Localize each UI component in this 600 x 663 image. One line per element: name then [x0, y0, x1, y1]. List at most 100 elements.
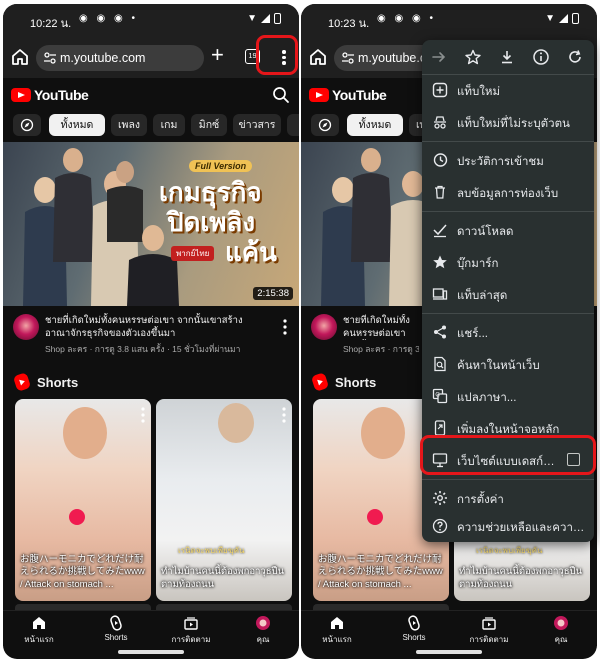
short-more-icon[interactable]: [282, 407, 286, 423]
browser-menu-button[interactable]: [276, 47, 292, 67]
you-avatar-icon: [554, 616, 568, 630]
video-title[interactable]: ชายที่เกิดใหม่ทั้งคนหรรษต่อเขา จากนั้นเข…: [45, 314, 265, 340]
nav-label: Shorts: [104, 633, 128, 642]
battery-icon: [572, 13, 579, 24]
shorts-header: Shorts: [310, 372, 377, 392]
screenshot-stage: 10:22 น. ◉ ◉ ◉ • ▼ m.youtube.com + 19 Yo…: [0, 0, 600, 663]
menu-item-downloads[interactable]: ดาวน์โหลด: [422, 214, 594, 247]
menu-item-find-in-page[interactable]: ค้นหาในหน้าเว็บ: [422, 348, 594, 381]
wifi-icon: ▼: [247, 13, 257, 24]
video-title[interactable]: ชายที่เกิดใหม่ทั้งคนหรรษต่อเขา จากนั้นเข…: [343, 314, 419, 340]
menu-item-share[interactable]: แชร์...: [422, 316, 594, 349]
menu-item-label: ดาวน์โหลด: [457, 226, 514, 238]
explore-chip[interactable]: [311, 114, 339, 136]
short-thumbnail-detail: [69, 509, 85, 525]
youtube-header: YouTube: [3, 78, 299, 114]
site-settings-icon[interactable]: [43, 51, 57, 65]
youtube-logo-text: YouTube: [34, 87, 89, 103]
menu-item-label: แปลภาษา...: [457, 392, 517, 404]
downloads-icon: [433, 224, 447, 238]
browser-toolbar: m.youtube.com + 19: [3, 36, 299, 78]
info-icon[interactable]: [532, 48, 550, 66]
gesture-bar: [416, 650, 482, 654]
video-thumbnail[interactable]: Full Version เกมธุรกิจ ปิดเพลิง แค้น พาก…: [3, 142, 299, 306]
menu-divider: [422, 479, 594, 480]
shorts-heading: Shorts: [37, 374, 79, 390]
new-tab-icon: [432, 82, 448, 98]
nav-label: คุณ: [256, 635, 270, 644]
desktop-site-icon: [432, 453, 448, 468]
short-title: お腹ハーモニカでどれだけ耐えられるか挑戦してみたwww / Attack on …: [318, 553, 443, 590]
nav-you[interactable]: คุณ: [531, 615, 591, 646]
url-text: m.youtube.com: [60, 51, 146, 65]
nav-label: การติดตาม: [469, 635, 509, 644]
chip-all[interactable]: ทั้งหมด: [347, 114, 403, 136]
site-settings-icon[interactable]: [341, 51, 355, 65]
chip-music[interactable]: เพลง: [111, 114, 147, 136]
gesture-bar: [118, 650, 184, 654]
menu-item-clear-data[interactable]: ลบข้อมูลการท่องเว็บ: [422, 176, 594, 209]
menu-item-add-to-home[interactable]: เพิ่มลงในหน้าจอหลัก: [422, 412, 594, 445]
menu-item-incognito[interactable]: แท็บใหม่ที่ไม่ระบุตัวตน: [422, 106, 594, 139]
explore-chip[interactable]: [13, 114, 41, 136]
address-bar[interactable]: m.youtube.com: [36, 45, 204, 71]
menu-item-label: เพิ่มลงในหน้าจอหลัก: [457, 424, 560, 436]
short-thumbnail-figure: [218, 403, 254, 443]
tab-switcher-button[interactable]: 19: [245, 49, 260, 64]
channel-avatar[interactable]: [311, 314, 337, 340]
short-card[interactable]: เรนิดจะพบเพียฆุคัน ทำไมบ้านคนนี้ต้องพกอา…: [156, 399, 292, 601]
chip-all[interactable]: ทั้งหมด: [49, 114, 105, 136]
home-icon: [331, 617, 343, 629]
short-card[interactable]: お腹ハーモニカでどれだけ耐えられるか挑戦してみたwww / Attack on …: [15, 399, 151, 601]
bottom-nav: หน้าแรก Shorts การติดตาม คุณ: [3, 610, 299, 646]
short-more-icon[interactable]: [141, 407, 145, 423]
chip-news[interactable]: ข่าวสาร: [233, 114, 281, 136]
shorts-icon: [408, 615, 420, 631]
menu-top-actions: [422, 40, 594, 74]
menu-divider: [422, 141, 594, 142]
notification-icons: ◉ ◉ ◉ •: [377, 13, 437, 24]
full-version-badge: Full Version: [189, 160, 253, 172]
nav-home[interactable]: หน้าแรก: [9, 615, 69, 646]
bookmark-star-icon[interactable]: [464, 48, 482, 66]
chip-mixes[interactable]: มิกซ์: [191, 114, 227, 136]
menu-item-label: ความช่วยเหลือและความคิดเห็น: [457, 522, 587, 534]
menu-item-new-tab[interactable]: แท็บใหม่: [422, 74, 594, 107]
menu-item-recent-tabs[interactable]: แท็บล่าสุด: [422, 278, 594, 311]
nav-home[interactable]: หน้าแรก: [307, 615, 367, 646]
status-time: 10:23 น.: [328, 18, 370, 30]
thai-dubbed-tag: พากย์ไทย: [171, 246, 215, 261]
system-icons: ▼: [247, 13, 281, 24]
video-more-icon[interactable]: [283, 319, 287, 335]
wifi-icon: ▼: [545, 13, 555, 24]
chip-more[interactable]: [287, 114, 299, 136]
reload-icon[interactable]: [566, 48, 584, 66]
nav-label: หน้าแรก: [24, 635, 54, 644]
home-icon[interactable]: [308, 47, 328, 67]
nav-shorts[interactable]: Shorts: [86, 615, 146, 642]
new-tab-button[interactable]: +: [211, 44, 224, 66]
menu-item-translate[interactable]: G แปลภาษา...: [422, 380, 594, 413]
home-icon: [33, 617, 45, 629]
menu-item-history[interactable]: ประวัติการเข้าชม: [422, 144, 594, 177]
youtube-logo[interactable]: YouTube: [11, 87, 89, 103]
desktop-site-checkbox[interactable]: [567, 453, 580, 466]
nav-subscriptions[interactable]: การติดตาม: [161, 615, 221, 646]
you-avatar-icon: [256, 616, 270, 630]
channel-avatar[interactable]: [13, 314, 39, 340]
menu-item-bookmarks[interactable]: บุ๊กมาร์ก: [422, 246, 594, 279]
chip-games[interactable]: เกม: [153, 114, 185, 136]
menu-item-help[interactable]: ความช่วยเหลือและความคิดเห็น: [422, 510, 594, 543]
download-icon[interactable]: [498, 48, 516, 66]
menu-item-desktop-site[interactable]: เว็บไซต์แบบเดสก์ท็อป: [422, 444, 594, 477]
search-icon[interactable]: [272, 86, 290, 104]
youtube-play-icon: [309, 88, 329, 102]
nav-subscriptions[interactable]: การติดตาม: [459, 615, 519, 646]
shorts-heading: Shorts: [335, 374, 377, 390]
forward-icon[interactable]: [430, 48, 448, 66]
signal-icon: [261, 14, 270, 23]
youtube-logo[interactable]: YouTube: [309, 87, 387, 103]
nav-shorts[interactable]: Shorts: [384, 615, 444, 642]
home-icon[interactable]: [10, 47, 30, 67]
nav-you[interactable]: คุณ: [233, 615, 293, 646]
